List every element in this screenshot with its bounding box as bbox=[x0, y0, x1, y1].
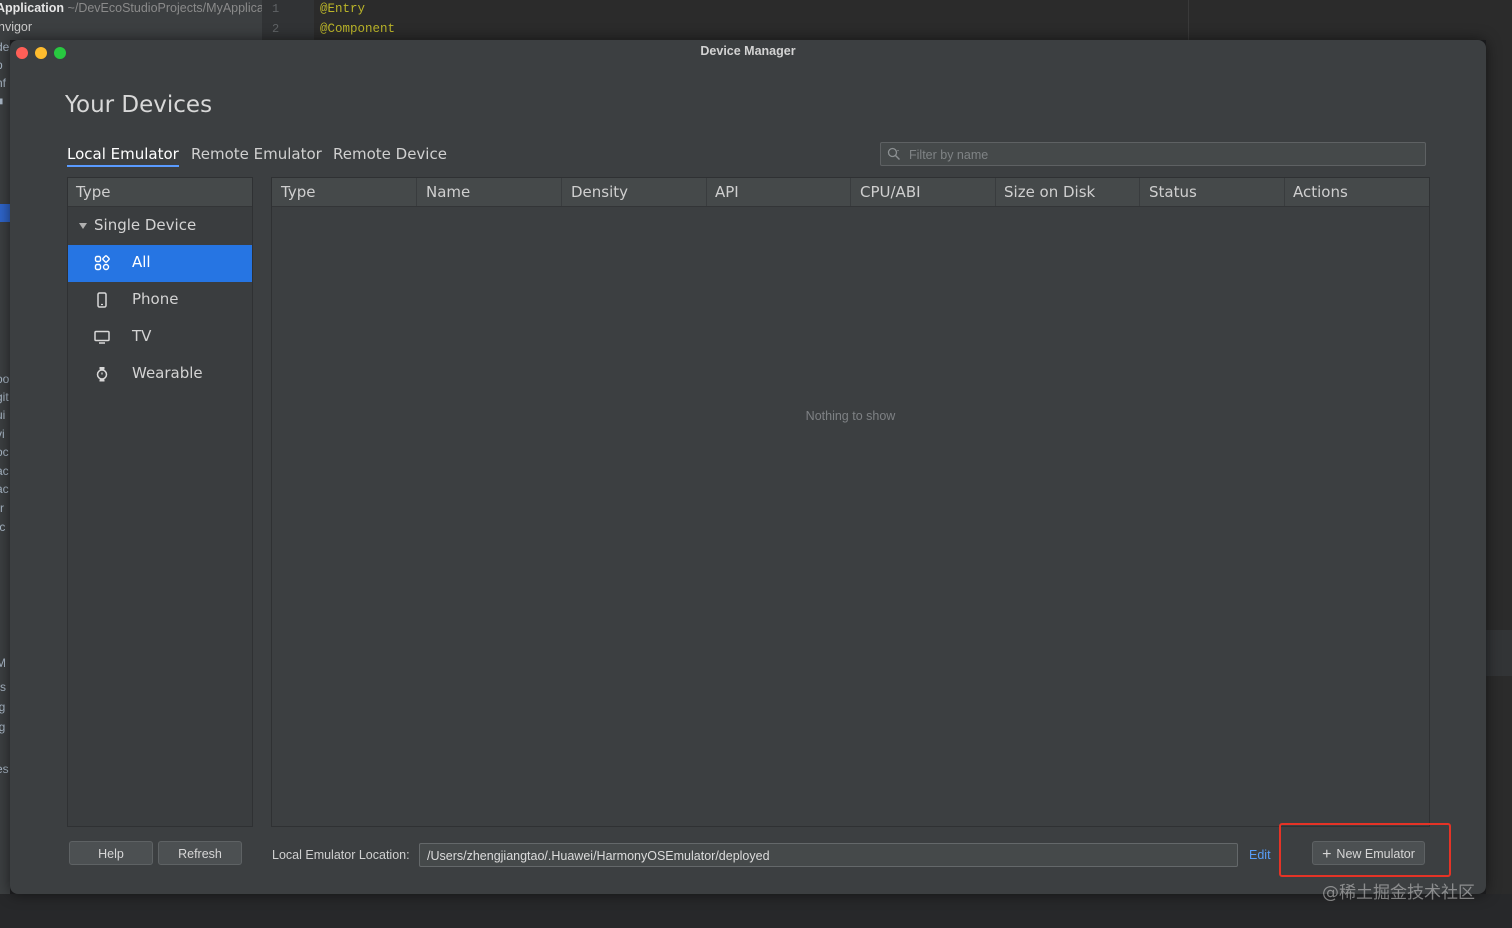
tree-fragment: vi bbox=[0, 427, 5, 441]
tree-fragment: ig bbox=[0, 720, 6, 734]
tree-fragment: de bbox=[0, 40, 10, 54]
tree-selection bbox=[0, 204, 10, 222]
column-header-type[interactable]: Type bbox=[272, 178, 417, 206]
column-header-size-on-disk[interactable]: Size on Disk bbox=[995, 178, 1140, 206]
tab-remote-device[interactable]: Remote Device bbox=[333, 145, 447, 163]
grid-icon bbox=[94, 255, 110, 271]
emulator-location-label: Local Emulator Location: bbox=[272, 848, 410, 862]
type-item-label: All bbox=[132, 253, 151, 271]
ide-background: Application ~/DevEcoStudioProjects/MyApp… bbox=[0, 0, 1512, 40]
ide-tree-item[interactable]: hvigor bbox=[0, 20, 32, 34]
column-header-name[interactable]: Name bbox=[417, 178, 562, 206]
ide-project-tree-edge: de p nf ■ oo git ui vi oc ac ac rr tc M … bbox=[0, 40, 10, 928]
tree-fragment: rs bbox=[0, 680, 6, 694]
tv-icon bbox=[94, 330, 110, 344]
type-panel-header-label: Type bbox=[76, 183, 111, 201]
highlight-annotation bbox=[1279, 823, 1451, 877]
column-header-cpu-abi[interactable]: CPU/ABI bbox=[851, 178, 996, 206]
column-header-api[interactable]: API bbox=[706, 178, 851, 206]
type-item-phone[interactable]: Phone bbox=[68, 282, 252, 319]
ide-project-panel: Application ~/DevEcoStudioProjects/MyApp… bbox=[0, 0, 267, 40]
line-number: 2 bbox=[272, 22, 280, 36]
code-line: @Component bbox=[320, 22, 396, 36]
single-device-group[interactable]: Single Device bbox=[68, 208, 252, 244]
tab-local-emulator[interactable]: Local Emulator bbox=[67, 145, 179, 167]
search-icon bbox=[887, 147, 900, 160]
tree-fragment: p bbox=[0, 58, 3, 72]
emulator-location-input[interactable] bbox=[425, 846, 1234, 866]
type-panel-header: Type bbox=[68, 178, 252, 207]
device-manager-dialog: Device Manager Your Devices Local Emulat… bbox=[10, 40, 1486, 894]
tree-fragment: oo bbox=[0, 372, 10, 386]
expand-caret-icon[interactable] bbox=[79, 223, 87, 229]
emulator-location-field[interactable] bbox=[419, 843, 1238, 867]
tree-fragment: ac bbox=[0, 464, 9, 478]
code-line: @Entry bbox=[320, 2, 366, 16]
title-bar[interactable]: Device Manager bbox=[10, 40, 1486, 66]
tree-fragment: ■ bbox=[0, 94, 3, 108]
tree-fragment: M bbox=[0, 656, 6, 670]
refresh-button[interactable]: Refresh bbox=[158, 841, 242, 865]
column-header-density[interactable]: Density bbox=[562, 178, 707, 206]
window-title: Device Manager bbox=[700, 44, 796, 58]
tree-fragment: nf bbox=[0, 76, 7, 90]
ide-right-edge bbox=[1486, 40, 1512, 928]
device-table: Type Name Density API CPU/ABI Size on Di… bbox=[271, 177, 1430, 827]
type-item-label: TV bbox=[132, 327, 152, 345]
filter-input[interactable] bbox=[907, 144, 1411, 166]
table-header: Type Name Density API CPU/ABI Size on Di… bbox=[272, 178, 1429, 207]
type-item-tv[interactable]: TV bbox=[68, 319, 252, 356]
tree-fragment: tc bbox=[0, 520, 6, 534]
tree-fragment: ig bbox=[0, 700, 6, 714]
watch-icon bbox=[96, 367, 108, 382]
ide-line-gutter: 1 2 bbox=[262, 0, 314, 40]
group-label: Single Device bbox=[94, 216, 197, 234]
edit-location-link[interactable]: Edit bbox=[1249, 848, 1271, 862]
tree-fragment: git bbox=[0, 390, 9, 404]
type-item-all[interactable]: All bbox=[68, 245, 252, 282]
type-item-wearable[interactable]: Wearable bbox=[68, 356, 252, 393]
page-title: Your Devices bbox=[65, 92, 213, 118]
help-button[interactable]: Help bbox=[69, 841, 153, 865]
watermark: @稀土掘金技术社区 bbox=[1322, 883, 1475, 903]
type-item-label: Phone bbox=[132, 290, 179, 308]
tree-fragment: es bbox=[0, 762, 9, 776]
tree-fragment: ui bbox=[0, 408, 6, 422]
tree-fragment: rr bbox=[0, 501, 4, 515]
tree-fragment: oc bbox=[0, 445, 9, 459]
ide-project-title[interactable]: Application ~/DevEcoStudioProjects/MyApp… bbox=[0, 1, 267, 15]
phone-icon bbox=[97, 292, 107, 308]
type-item-label: Wearable bbox=[132, 364, 203, 382]
ide-bottom-area bbox=[0, 894, 1512, 928]
column-header-actions[interactable]: Actions bbox=[1284, 178, 1428, 206]
tab-remote-emulator[interactable]: Remote Emulator bbox=[191, 145, 322, 163]
column-header-status[interactable]: Status bbox=[1140, 178, 1285, 206]
line-number: 1 bbox=[272, 2, 280, 16]
device-type-panel: Type Single Device All Phone TV Wearable bbox=[67, 177, 253, 827]
ide-code-editor[interactable]: @Entry @Component bbox=[314, 0, 1188, 40]
ide-editor-margin bbox=[1188, 0, 1512, 40]
tree-fragment: ac bbox=[0, 482, 9, 496]
filter-box[interactable] bbox=[880, 142, 1426, 166]
empty-table-message: Nothing to show bbox=[805, 409, 896, 423]
